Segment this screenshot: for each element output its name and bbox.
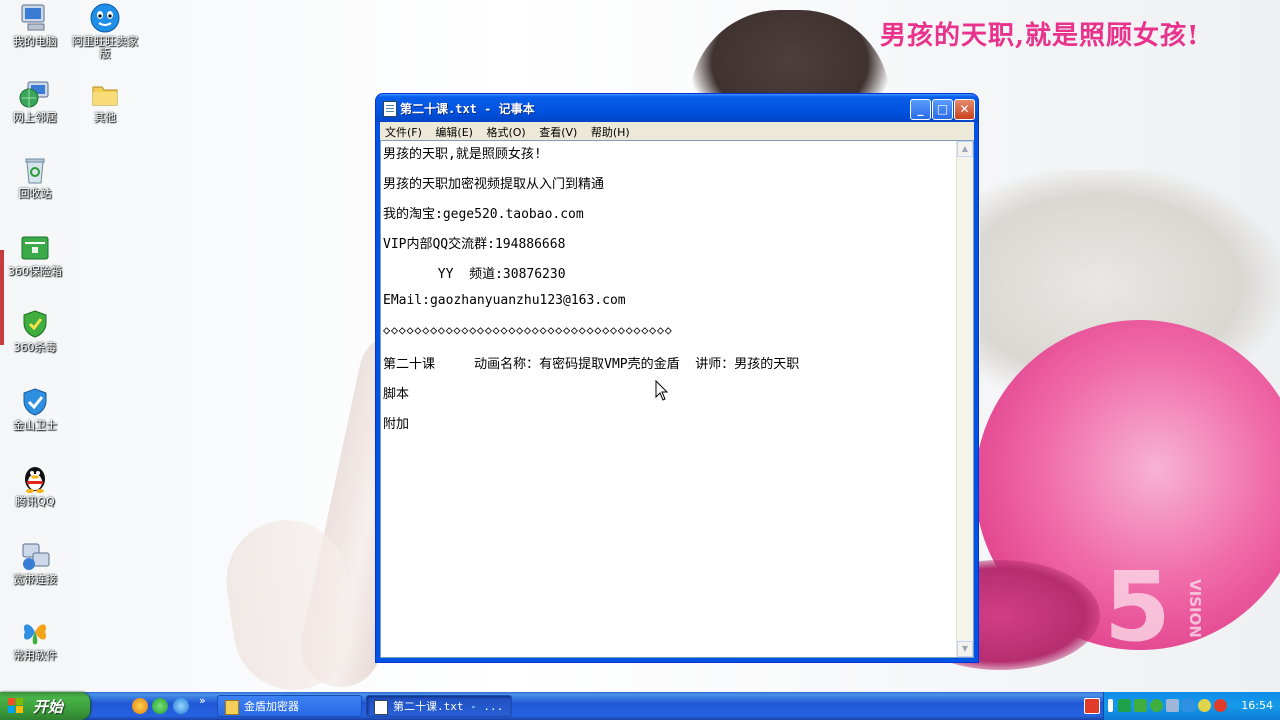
shield-icon: [19, 308, 51, 340]
text-line: 男孩的天职,就是照顾女孩!: [383, 147, 542, 162]
software-butterfly-icon: [19, 616, 51, 648]
text-line: 脚本: [383, 387, 410, 402]
menu-edit[interactable]: 编辑(E): [430, 122, 478, 140]
taskbar: 开始 » 金盾加密器 第二十课.txt - ... 16:54: [0, 692, 1280, 720]
taskbar-item-notepad[interactable]: 第二十课.txt - ...: [366, 695, 512, 717]
tray-shield-icon[interactable]: [1134, 699, 1147, 712]
desktop-icon-label: 我的电脑: [13, 35, 57, 48]
tray-360-icon[interactable]: [1150, 699, 1163, 712]
desktop-icon-kingsoft-guard[interactable]: 金山卫士: [0, 386, 70, 432]
desktop-icon-label: 常用软件: [13, 649, 57, 662]
desktop-icon-360-safebox[interactable]: 360保险箱: [0, 232, 70, 278]
desktop-icon-my-computer[interactable]: 我的电脑: [0, 2, 70, 48]
scroll-down-button[interactable]: ▼: [957, 641, 973, 657]
shield-check-icon: [19, 386, 51, 418]
clock[interactable]: 16:54: [1241, 699, 1273, 712]
maximize-icon: □: [936, 102, 949, 116]
tray-guard-icon[interactable]: [1182, 699, 1195, 712]
tray-monitor-icon[interactable]: [1166, 699, 1179, 712]
folder-icon: [225, 700, 239, 715]
close-icon: ✕: [959, 102, 970, 116]
quicklaunch-ie-icon[interactable]: [173, 698, 189, 714]
text-line: VIP内部QQ交流群:194886668: [383, 237, 566, 252]
taskbar-item-jindun[interactable]: 金盾加密器: [217, 695, 362, 717]
recycle-bin-icon: [19, 154, 51, 186]
start-label: 开始: [33, 698, 64, 716]
menu-file[interactable]: 文件(F): [380, 122, 427, 140]
network-connection-icon: [19, 540, 51, 572]
desktop-icon-label: 其他: [94, 111, 116, 124]
desktop-icon-aliwangwang[interactable]: 阿里旺旺卖家版: [70, 2, 140, 60]
desktop-icon-label: 回收站: [18, 187, 52, 200]
quicklaunch-media-icon[interactable]: [132, 698, 148, 714]
scroll-up-button[interactable]: ▲: [957, 141, 973, 157]
start-button[interactable]: 开始: [0, 692, 90, 720]
notepad-icon: [374, 700, 388, 715]
menu-view[interactable]: 查看(V): [534, 122, 582, 140]
tray-network-icon[interactable]: [1118, 699, 1131, 712]
minimize-icon: _: [917, 102, 924, 116]
input-method-icon[interactable]: [1084, 698, 1100, 714]
system-tray: 16:54: [1103, 692, 1280, 720]
text-line-divider: ◇◇◇◇◇◇◇◇◇◇◇◇◇◇◇◇◇◇◇◇◇◇◇◇◇◇◇◇◇◇◇◇◇◇◇◇◇: [383, 323, 673, 337]
title-bar[interactable]: 第二十课.txt - 记事本 _ □ ✕: [376, 94, 978, 122]
menu-help[interactable]: 帮助(H): [586, 122, 635, 140]
desktop-icon-label: 360保险箱: [8, 265, 62, 278]
desktop-icon-network[interactable]: 网上邻居: [0, 78, 70, 124]
text-line: 附加: [383, 417, 410, 432]
taskbar-item-label: 第二十课.txt - ...: [393, 700, 504, 713]
text-line: 男孩的天职加密视频提取从入门到精通: [383, 177, 605, 192]
maximize-button[interactable]: □: [932, 99, 953, 120]
desktop-icon-label: 宽带连接: [13, 573, 57, 586]
watermark-text: VISION: [1186, 579, 1204, 638]
notepad-icon: [383, 101, 397, 117]
window-title: 第二十课.txt - 记事本: [400, 102, 535, 116]
quicklaunch-more-icon[interactable]: »: [199, 694, 206, 707]
menu-bar: 文件(F) 编辑(E) 格式(O) 查看(V) 帮助(H): [380, 122, 974, 140]
computer-icon: [19, 2, 51, 34]
wallpaper-slogan: 男孩的天职,就是照顾女孩!: [880, 21, 1200, 51]
safebox-icon: [19, 232, 51, 264]
qq-penguin-icon: [19, 462, 51, 494]
close-button[interactable]: ✕: [954, 99, 975, 120]
text-line: YY 频道:30876230: [383, 267, 566, 282]
text-area[interactable]: 男孩的天职,就是照顾女孩! 男孩的天职加密视频提取从入门到精通 我的淘宝:geg…: [383, 141, 955, 657]
tray-antivirus-icon[interactable]: [1214, 699, 1227, 712]
text-line: 第二十课 动画名称：有密码提取VMP壳的金盾 讲师：男孩的天职: [383, 357, 800, 372]
desktop-icon-label: 阿里旺旺卖家版: [72, 35, 138, 60]
desktop-icon-other-folder[interactable]: 其他: [70, 78, 140, 124]
taskbar-item-label: 金盾加密器: [244, 700, 299, 713]
tray-ime-icon[interactable]: [1108, 699, 1113, 712]
tray-volume-icon[interactable]: [1198, 699, 1211, 712]
watermark-logo: 5 VISION: [1104, 551, 1214, 663]
desktop-icon-label: 腾讯QQ: [15, 495, 55, 508]
desktop-icon-tencent-qq[interactable]: 腾讯QQ: [0, 462, 70, 508]
text-line: 我的淘宝:gege520.taobao.com: [383, 207, 584, 222]
desktop-icon-recycle-bin[interactable]: 回收站: [0, 154, 70, 200]
windows-flag-icon: [8, 698, 24, 714]
watermark-number: 5: [1104, 551, 1171, 663]
network-globe-icon: [19, 78, 51, 110]
text-editor[interactable]: 男孩的天职,就是照顾女孩! 男孩的天职加密视频提取从入门到精通 我的淘宝:geg…: [380, 140, 974, 658]
mouse-pointer-icon: [655, 380, 669, 401]
desktop-icon-label: 金山卫士: [13, 419, 57, 432]
desktop-icon-360-antivirus[interactable]: 360杀毒: [0, 308, 70, 354]
vertical-scrollbar[interactable]: ▲ ▼: [956, 141, 973, 657]
notepad-window[interactable]: 第二十课.txt - 记事本 _ □ ✕ 文件(F) 编辑(E) 格式(O) 查…: [376, 94, 978, 662]
folder-icon: [89, 78, 121, 110]
text-line: EMail:gaozhanyuanzhu123@163.com: [383, 293, 626, 308]
desktop-icon-label: 360杀毒: [13, 341, 57, 354]
desktop-icon-broadband[interactable]: 宽带连接: [0, 540, 70, 586]
aliwangwang-icon: [89, 2, 121, 34]
menu-format[interactable]: 格式(O): [481, 122, 530, 140]
quicklaunch-360-browser-icon[interactable]: [152, 698, 168, 714]
minimize-button[interactable]: _: [910, 99, 931, 120]
desktop-icon-label: 网上邻居: [13, 111, 57, 124]
desktop-icon-common-software[interactable]: 常用软件: [0, 616, 70, 662]
